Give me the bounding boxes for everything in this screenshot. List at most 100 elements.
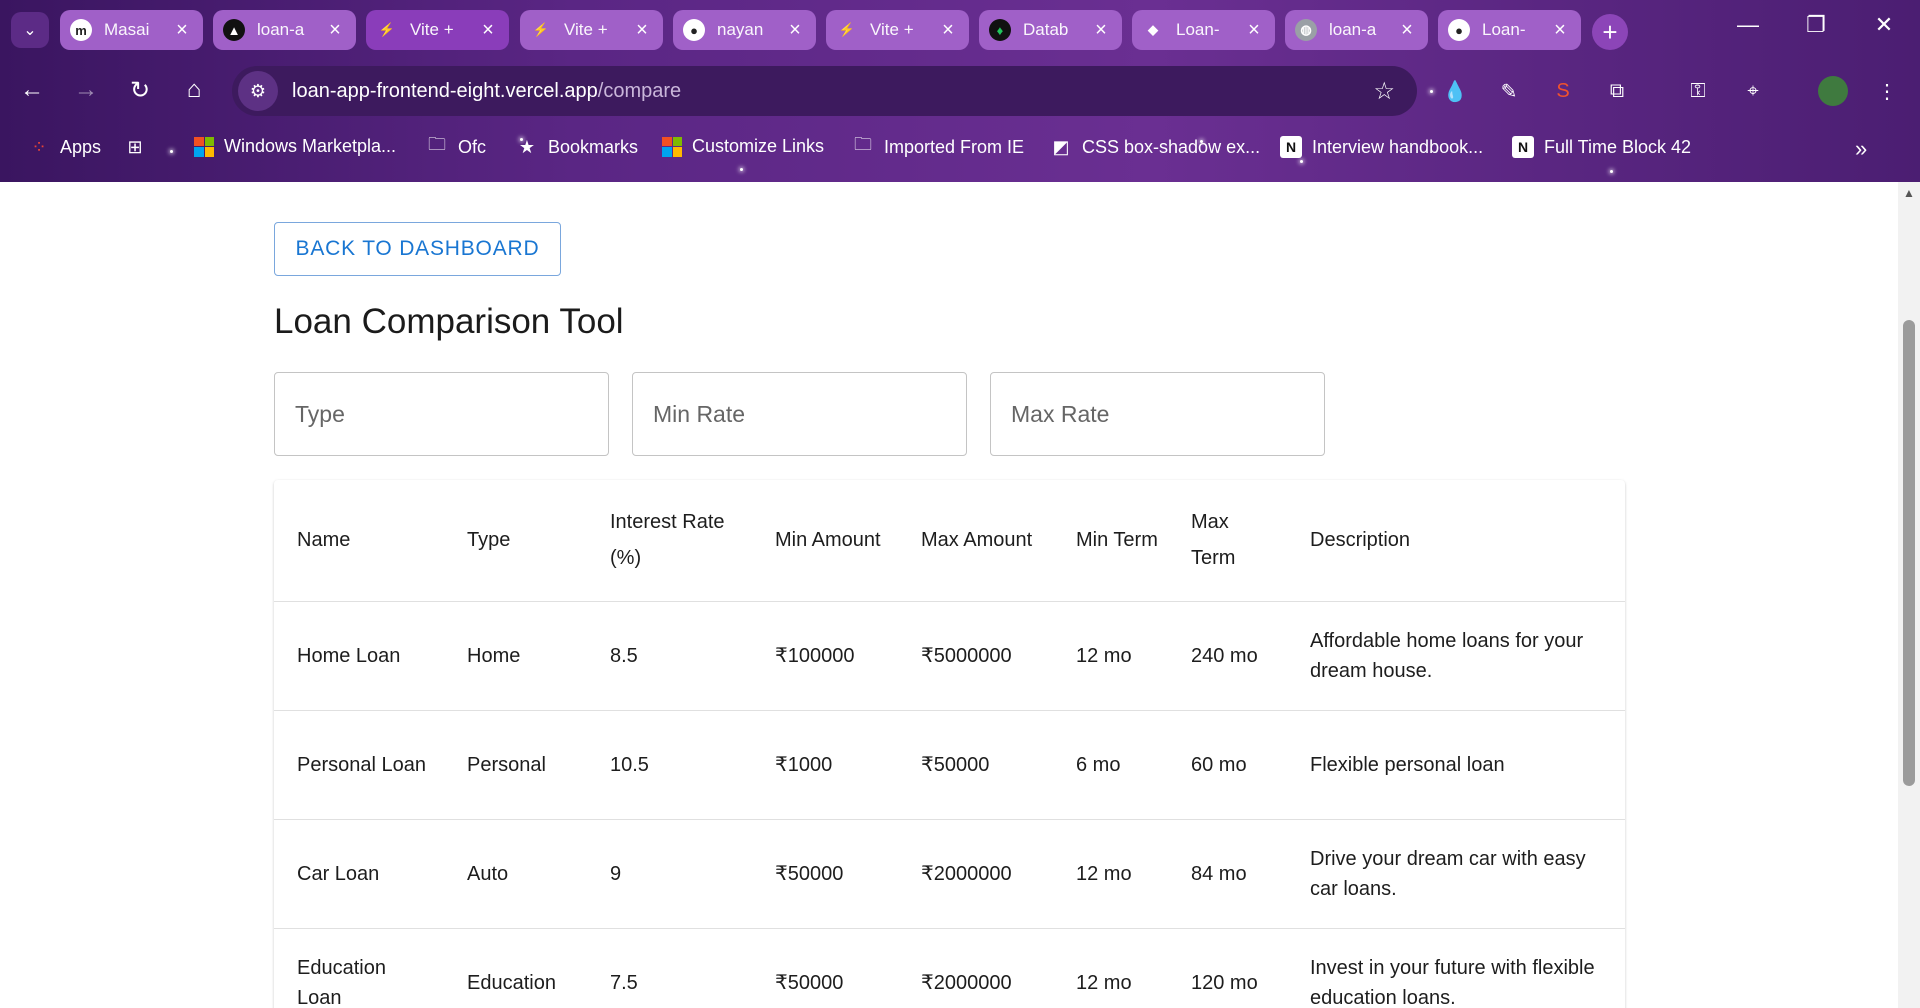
cell-max-term: 120 mo [1168, 928, 1287, 1008]
bookmark-star-icon[interactable]: ☆ [1373, 77, 1395, 106]
browser-tab[interactable]: ♦ Datab × [979, 10, 1122, 50]
reload-button[interactable]: ↻ [122, 72, 158, 108]
tab-search-button[interactable]: ⌄ [11, 12, 49, 48]
column-header-max-amount: Max Amount [898, 480, 1053, 602]
min-rate-filter-input[interactable] [632, 372, 967, 456]
folder-icon: 🗀 [854, 134, 872, 154]
close-icon[interactable]: × [1549, 19, 1571, 42]
profile-avatar[interactable] [1818, 76, 1848, 106]
bookmark-windows-marketplace[interactable]: Windows Marketpla... [194, 136, 396, 157]
password-key-icon[interactable]: ⚿ [1683, 76, 1713, 106]
tab-title: Loan- [1482, 20, 1526, 39]
close-icon[interactable]: × [171, 19, 193, 42]
close-icon[interactable]: × [631, 19, 653, 42]
tab-title: Vite + [564, 20, 608, 39]
home-button[interactable]: ⌂ [176, 72, 212, 108]
cell-interest-rate: 9 [587, 819, 752, 929]
bookmark-full-time-block[interactable]: N Full Time Block 42 [1512, 136, 1691, 158]
site-settings-icon[interactable]: ⚙ [238, 71, 278, 111]
back-nav-button[interactable]: ← [14, 72, 50, 108]
notion-icon: N [1280, 136, 1302, 158]
url-host: loan-app-frontend-eight.vercel.app [292, 79, 598, 102]
column-header-min-term: Min Term [1053, 480, 1168, 602]
chevron-down-icon: ⌄ [23, 22, 37, 39]
bookmark-interview-handbook[interactable]: N Interview handbook... [1280, 136, 1483, 158]
loan-comparison-table-card: Name Type Interest Rate (%) Min Amount M… [274, 480, 1625, 1008]
scrollbar-thumb[interactable] [1903, 320, 1915, 786]
eyedropper-icon[interactable]: ✎ [1494, 76, 1524, 106]
browser-tab[interactable]: ⚡ Vite + × [520, 10, 663, 50]
plus-icon: + [1602, 16, 1618, 47]
bookmark-apps[interactable]: ⁘ Apps [28, 136, 101, 158]
close-icon[interactable]: × [477, 19, 499, 42]
close-icon[interactable]: × [324, 19, 346, 42]
bookmark-css-box-shadow[interactable]: ◩ CSS box-shadow ex... [1050, 136, 1260, 158]
cell-max-term: 84 mo [1168, 819, 1287, 929]
column-header-name: Name [274, 480, 444, 602]
address-bar[interactable]: ⚙ loan-app-frontend-eight.vercel.app/com… [232, 66, 1417, 116]
bookmark-label: Customize Links [692, 136, 825, 156]
table-row: Education Loan Education 7.5 ₹50000 ₹200… [274, 928, 1625, 1008]
browser-tab[interactable]: ● nayan × [673, 10, 816, 50]
close-icon: ✕ [1874, 12, 1894, 37]
bookmark-customize-links[interactable]: Customize Links [662, 136, 824, 157]
browser-tab[interactable]: ● Loan- × [1438, 10, 1581, 50]
extensions-puzzle-icon[interactable]: ⧉ [1602, 76, 1632, 106]
forward-nav-button[interactable]: → [68, 72, 104, 108]
cell-description: Invest in your future with flexible educ… [1287, 928, 1625, 1008]
close-icon[interactable]: × [1243, 19, 1265, 42]
cell-min-amount: ₹1000 [752, 710, 898, 820]
close-icon[interactable]: × [1090, 19, 1112, 42]
max-rate-filter-input[interactable] [990, 372, 1325, 456]
browser-tab[interactable]: m Masai × [60, 10, 203, 50]
browser-tab[interactable]: ◆ Loan- × [1132, 10, 1275, 50]
page-scrollbar[interactable]: ▲ [1898, 182, 1920, 1008]
bookmark-label: Imported From IE [884, 136, 1025, 157]
location-pin-icon[interactable]: ⌖ [1738, 76, 1768, 106]
close-icon[interactable]: × [1396, 19, 1418, 42]
back-to-dashboard-button[interactable]: BACK TO DASHBOARD [274, 222, 561, 276]
home-icon: ⌂ [186, 76, 202, 103]
close-icon[interactable]: × [784, 19, 806, 42]
bookmarks-overflow-button[interactable]: » [1855, 136, 1867, 162]
globe-icon: ◍ [1295, 19, 1317, 41]
tab-title: Vite + [410, 20, 454, 39]
mongodb-icon: ♦ [989, 19, 1011, 41]
browser-tab[interactable]: ⚡ Vite + × [826, 10, 969, 50]
cell-description: Affordable home loans for your dream hou… [1287, 601, 1625, 711]
bookmark-tab-groups[interactable]: ⊞ [124, 136, 156, 158]
cell-min-term: 12 mo [1053, 928, 1168, 1008]
bookmark-label: Interview handbook... [1312, 136, 1484, 157]
restore-button[interactable]: ❐ [1782, 0, 1850, 50]
browser-tab[interactable]: ◍ loan-a × [1285, 10, 1428, 50]
table-row: Home Loan Home 8.5 ₹100000 ₹5000000 12 m… [274, 601, 1625, 711]
cell-interest-rate: 7.5 [587, 928, 752, 1008]
cell-min-amount: ₹50000 [752, 928, 898, 1008]
bookmark-imported-from-ie[interactable]: 🗀 Imported From IE [852, 134, 1025, 158]
bookmark-label: CSS box-shadow ex... [1082, 136, 1261, 157]
sparkle-decoration [1610, 170, 1613, 173]
reload-icon: ↻ [129, 76, 151, 104]
minimize-icon: — [1737, 12, 1759, 37]
droplet-icon[interactable]: 💧 [1440, 76, 1470, 106]
cell-min-term: 12 mo [1053, 601, 1168, 711]
notion-icon: N [1512, 136, 1534, 158]
close-icon[interactable]: × [937, 19, 959, 42]
svelte-icon[interactable]: S [1548, 76, 1578, 106]
bookmark-ofc[interactable]: 🗀 Ofc [426, 134, 486, 158]
url-text: loan-app-frontend-eight.vercel.app/compa… [292, 80, 681, 103]
tab-title: loan-a [257, 20, 305, 39]
type-filter-input[interactable] [274, 372, 609, 456]
browser-tab[interactable]: ▲ loan-a × [213, 10, 356, 50]
browser-chrome: ⌄ m Masai × ▲ loan-a × ⚡ Vite + × ⚡ Vite… [0, 0, 1920, 182]
minimize-button[interactable]: — [1714, 0, 1782, 50]
more-menu-icon[interactable]: ⋮ [1872, 76, 1902, 106]
bookmark-bookmarks[interactable]: ★ Bookmarks [516, 136, 638, 158]
arrow-right-icon: → [74, 76, 98, 103]
browser-tab-active[interactable]: ⚡ Vite + × [366, 10, 509, 50]
new-tab-button[interactable]: + [1592, 14, 1628, 50]
close-window-button[interactable]: ✕ [1850, 0, 1918, 50]
cell-min-amount: ₹50000 [752, 819, 898, 929]
scroll-up-icon[interactable]: ▲ [1903, 186, 1915, 200]
cell-name: Personal Loan [274, 710, 444, 820]
